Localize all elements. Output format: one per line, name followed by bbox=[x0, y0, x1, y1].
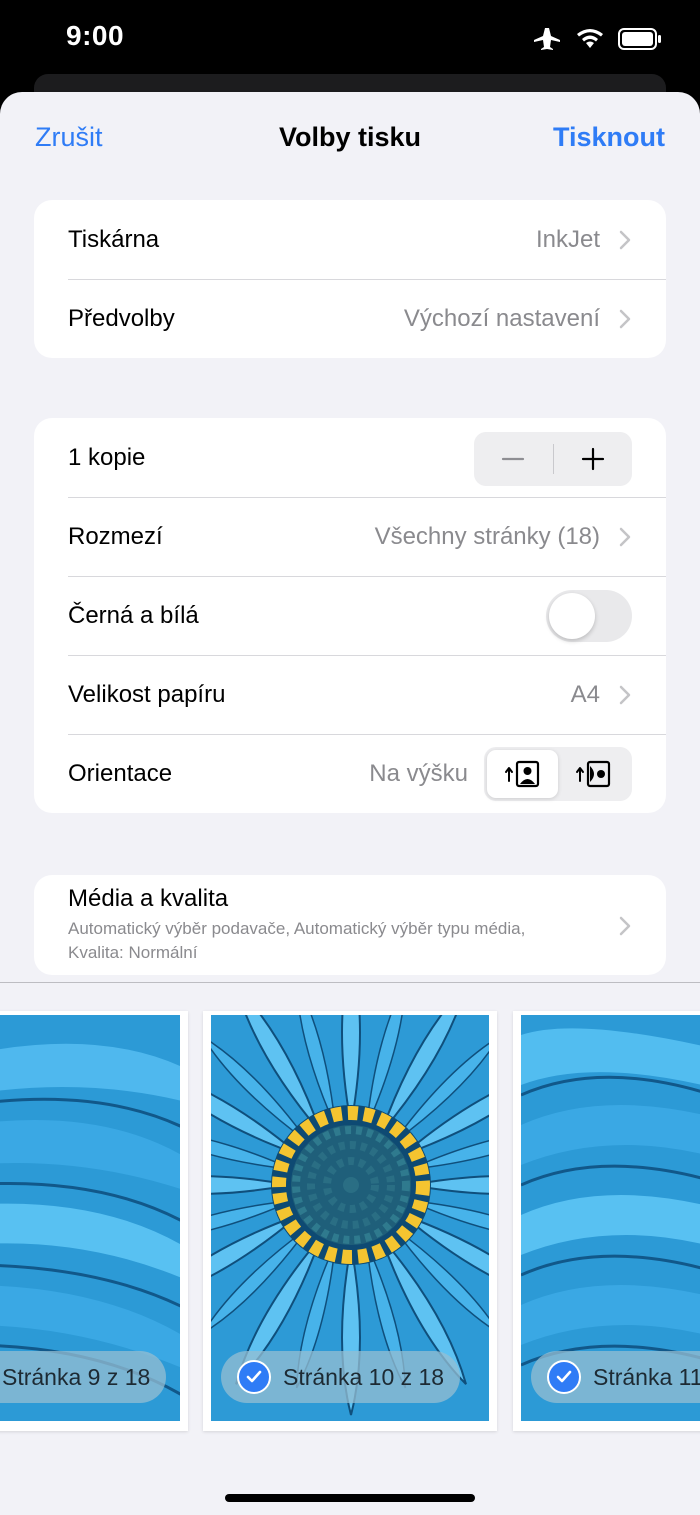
range-row[interactable]: Rozmezí Všechny stránky (18) bbox=[34, 497, 666, 576]
page-label-badge: Stránka 10 z 18 bbox=[221, 1351, 461, 1403]
orientation-segmented-control bbox=[484, 746, 632, 801]
media-quality-row[interactable]: Média a kvalita Automatický výběr podava… bbox=[34, 875, 666, 975]
media-quality-subtitle: Automatický výběr podavače, Automatický … bbox=[68, 919, 526, 962]
media-quality-group: Média a kvalita Automatický výběr podava… bbox=[34, 875, 666, 975]
airplane-icon bbox=[534, 28, 560, 50]
chevron-right-icon bbox=[619, 309, 631, 328]
range-label: Rozmezí bbox=[68, 522, 163, 550]
checkmark-icon bbox=[237, 1360, 271, 1394]
page-label-badge: Stránka 9 z 18 bbox=[0, 1351, 167, 1403]
chevron-right-icon bbox=[619, 685, 631, 704]
paper-size-label: Velikost papíru bbox=[68, 680, 226, 708]
checkmark-icon bbox=[547, 1360, 581, 1394]
printer-label: Tiskárna bbox=[68, 225, 160, 253]
media-quality-title: Média a kvalita bbox=[68, 885, 229, 912]
print-options-sheet: Zrušit Volby tisku Tisknout Tiskárna Ink… bbox=[0, 92, 700, 1515]
wifi-icon bbox=[577, 29, 603, 48]
page-preview[interactable]: Stránka 11 z 18 bbox=[513, 1011, 700, 1431]
status-icons bbox=[532, 24, 662, 54]
copies-stepper bbox=[474, 432, 632, 486]
portrait-orientation-icon bbox=[504, 760, 539, 787]
home-indicator[interactable] bbox=[225, 1494, 475, 1502]
navigation-bar: Zrušit Volby tisku Tisknout bbox=[0, 92, 700, 188]
decrement-button[interactable] bbox=[474, 432, 553, 486]
printer-value: InkJet bbox=[535, 225, 600, 253]
presets-row[interactable]: Předvolby Výchozí nastavení bbox=[34, 279, 666, 358]
paper-size-value: A4 bbox=[570, 680, 600, 708]
landscape-orientation-icon bbox=[575, 760, 610, 787]
landscape-option[interactable] bbox=[558, 750, 629, 798]
copies-row: 1 kopie bbox=[34, 418, 666, 497]
page-preview[interactable]: Stránka 9 z 18 bbox=[0, 1011, 188, 1431]
orientation-value: Na výšku bbox=[369, 759, 468, 787]
status-time: 9:00 bbox=[66, 20, 125, 51]
black-white-toggle[interactable] bbox=[546, 590, 632, 642]
page-preview[interactable]: Stránka 10 z 18 bbox=[203, 1011, 497, 1431]
page-label-text: Stránka 10 z 18 bbox=[283, 1363, 445, 1390]
print-options-group: 1 kopie Rozmezí Všechny stránky (18) Čer… bbox=[34, 418, 666, 813]
page-label-badge: Stránka 11 z 18 bbox=[531, 1351, 700, 1403]
range-value: Všechny stránky (18) bbox=[374, 522, 600, 550]
orientation-control: Na výšku bbox=[369, 746, 632, 801]
orientation-row: Orientace Na výšku bbox=[34, 734, 666, 813]
chevron-right-icon bbox=[619, 916, 631, 936]
toggle-knob bbox=[549, 593, 595, 639]
increment-button[interactable] bbox=[554, 432, 633, 486]
page-label-text: Stránka 9 z 18 bbox=[2, 1363, 151, 1390]
paper-size-row[interactable]: Velikost papíru A4 bbox=[34, 655, 666, 734]
chevron-right-icon bbox=[619, 230, 631, 249]
plus-icon bbox=[581, 447, 604, 471]
page-label-text: Stránka 11 z 18 bbox=[593, 1363, 700, 1390]
chevron-right-icon bbox=[619, 527, 631, 546]
page-preview-strip[interactable]: Stránka 9 z 18 Stránka 10 z 18 Stránka 1… bbox=[0, 982, 700, 1515]
portrait-option[interactable] bbox=[487, 749, 558, 798]
presets-label: Předvolby bbox=[68, 304, 175, 332]
printer-row[interactable]: Tiskárna InkJet bbox=[34, 200, 666, 279]
presets-value: Výchozí nastavení bbox=[403, 304, 600, 332]
printer-group: Tiskárna InkJet Předvolby Výchozí nastav… bbox=[34, 200, 666, 358]
minus-icon bbox=[502, 457, 525, 461]
battery-icon bbox=[618, 28, 661, 50]
print-button[interactable]: Tisknout bbox=[553, 122, 665, 153]
black-white-row: Černá a bílá bbox=[34, 576, 666, 655]
orientation-label: Orientace bbox=[68, 759, 173, 787]
